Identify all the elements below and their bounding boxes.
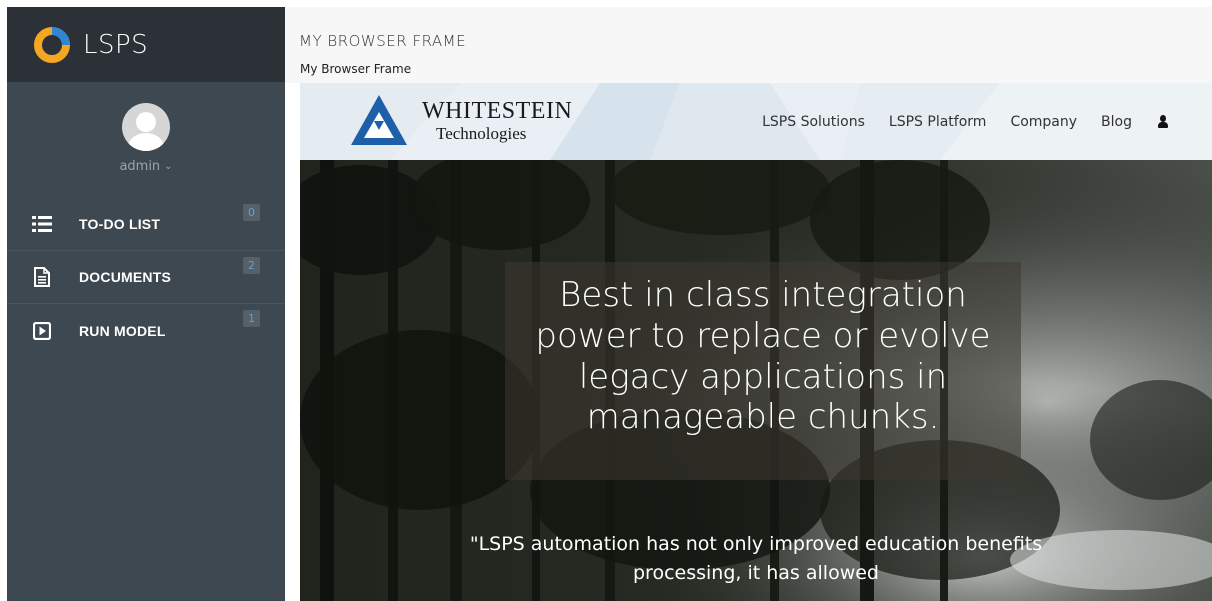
sidebar-nav: TO-DO LIST 0 DOCUMENTS 2 RUN MODEL 1 bbox=[7, 198, 285, 357]
user-menu-toggle[interactable]: admin ⌄ bbox=[119, 159, 172, 174]
lsps-logo-icon bbox=[34, 26, 70, 63]
count-badge: 2 bbox=[243, 257, 260, 274]
sidebar: LSPS admin ⌄ TO-DO LIST 0 DOCUMENTS 2 RU… bbox=[7, 7, 285, 601]
chevron-down-icon: ⌄ bbox=[164, 161, 173, 172]
sidebar-item-run-model[interactable]: RUN MODEL 1 bbox=[7, 304, 285, 357]
document-icon bbox=[32, 267, 52, 287]
whitestein-logo-icon bbox=[351, 95, 407, 145]
embedded-browser-frame[interactable]: WHITESTEIN Technologies LSPS Solutions L… bbox=[300, 83, 1212, 601]
hero-quote: "LSPS automation has not only improved e… bbox=[469, 533, 1043, 584]
user-icon[interactable] bbox=[1156, 114, 1170, 129]
list-icon bbox=[32, 214, 52, 234]
website-nav: LSPS Solutions LSPS Platform Company Blo… bbox=[762, 83, 1212, 160]
count-badge: 1 bbox=[243, 310, 260, 327]
website-header: WHITESTEIN Technologies LSPS Solutions L… bbox=[300, 83, 1212, 160]
play-icon bbox=[32, 321, 52, 341]
sidebar-item-todo-list[interactable]: TO-DO LIST 0 bbox=[7, 198, 285, 251]
sidebar-item-documents[interactable]: DOCUMENTS 2 bbox=[7, 251, 285, 304]
sidebar-item-label: RUN MODEL bbox=[79, 322, 166, 339]
user-name-label: admin bbox=[119, 159, 161, 174]
hero-headline: Best in class integration power to repla… bbox=[535, 275, 991, 438]
avatar[interactable] bbox=[122, 103, 170, 151]
app-title: LSPS bbox=[83, 29, 149, 60]
frame-subtitle: My Browser Frame bbox=[300, 62, 412, 76]
page-title: MY BROWSER FRAME bbox=[299, 32, 467, 50]
logo-wordmark: WHITESTEIN bbox=[422, 97, 573, 124]
sidebar-item-label: DOCUMENTS bbox=[79, 269, 172, 285]
nav-link-blog[interactable]: Blog bbox=[1101, 114, 1132, 130]
app-brand[interactable]: LSPS bbox=[7, 7, 285, 82]
hero-section: Best in class integration power to repla… bbox=[300, 160, 1212, 601]
nav-link-lsps-platform[interactable]: LSPS Platform bbox=[889, 114, 987, 130]
count-badge: 0 bbox=[243, 204, 260, 221]
frame-header: MY BROWSER FRAME My Browser Frame bbox=[285, 7, 1212, 83]
whitestein-logo[interactable]: WHITESTEIN Technologies bbox=[350, 94, 572, 146]
logo-subtext: Technologies bbox=[436, 123, 527, 143]
nav-link-company[interactable]: Company bbox=[1010, 114, 1077, 130]
nav-link-lsps-solutions[interactable]: LSPS Solutions bbox=[762, 114, 865, 130]
main-content: MY BROWSER FRAME My Browser Frame WHITES… bbox=[285, 7, 1212, 601]
user-profile: admin ⌄ bbox=[7, 82, 285, 198]
sidebar-item-label: TO-DO LIST bbox=[79, 216, 161, 232]
